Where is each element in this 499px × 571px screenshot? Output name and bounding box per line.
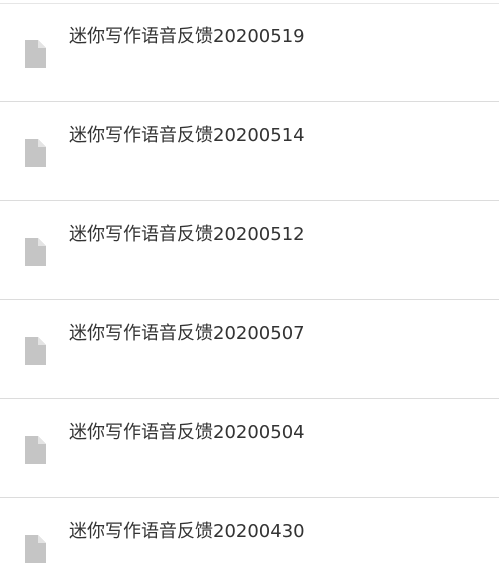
file-name: 迷你写作语音反馈20200507 [69, 323, 305, 344]
document-icon [25, 238, 46, 266]
file-row[interactable]: 迷你写作语音反馈20200430 [0, 498, 499, 571]
file-row[interactable]: 迷你写作语音反馈20200507 [0, 300, 499, 399]
document-icon [25, 535, 46, 563]
file-name: 迷你写作语音反馈20200504 [69, 422, 305, 443]
file-row[interactable]: 迷你写作语音反馈20200519 [0, 3, 499, 102]
file-name: 迷你写作语音反馈20200430 [69, 521, 305, 542]
file-row[interactable]: 迷你写作语音反馈20200512 [0, 201, 499, 300]
file-row[interactable]: 迷你写作语音反馈20200504 [0, 399, 499, 498]
file-name: 迷你写作语音反馈20200514 [69, 125, 305, 146]
file-list: 迷你写作语音反馈20200519 迷你写作语音反馈20200514 迷你写作语音… [0, 0, 499, 571]
file-name: 迷你写作语音反馈20200512 [69, 224, 305, 245]
file-row[interactable]: 迷你写作语音反馈20200514 [0, 102, 499, 201]
file-name: 迷你写作语音反馈20200519 [69, 26, 305, 47]
document-icon [25, 139, 46, 167]
document-icon [25, 40, 46, 68]
document-icon [25, 337, 46, 365]
document-icon [25, 436, 46, 464]
